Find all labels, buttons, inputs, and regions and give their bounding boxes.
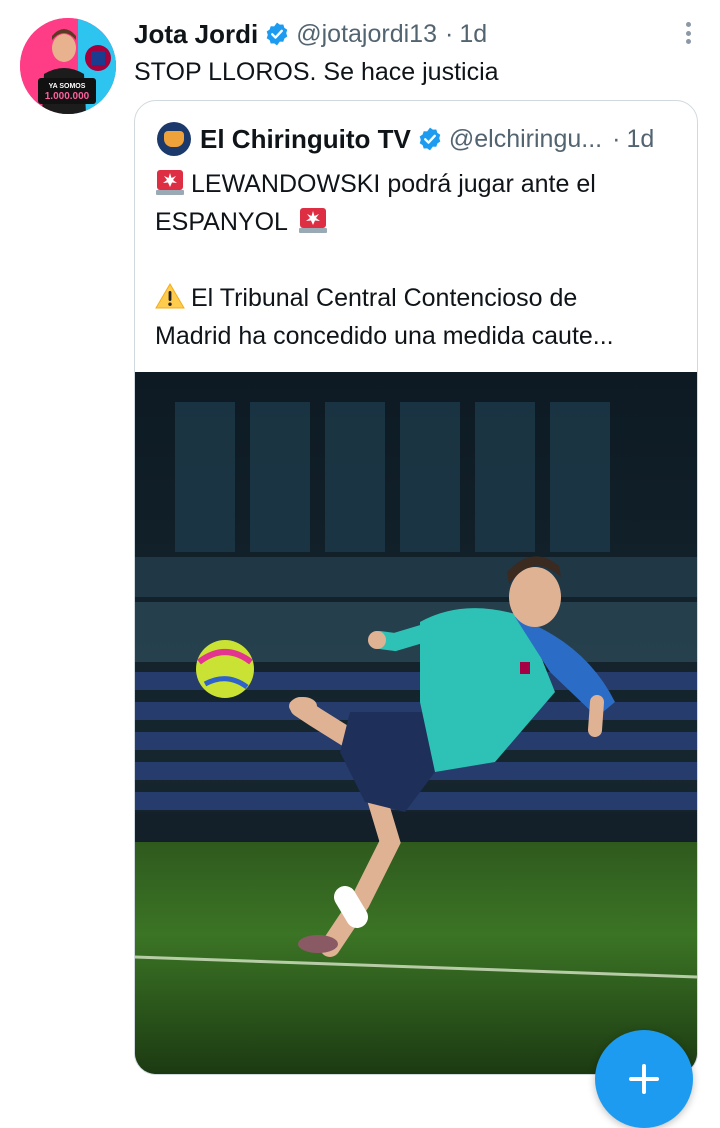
quoted-line-4: Madrid ha concedido una medida caute... [155,322,614,350]
police-light-icon [298,208,327,233]
warning-icon [155,283,185,309]
quoted-author-name: El Chiringuito TV [200,123,411,154]
quoted-tweet-photo[interactable] [135,372,697,1074]
quoted-line-1: LEWANDOWSKI podrá jugar ante el [191,170,596,198]
svg-text:1.000.000: 1.000.000 [45,91,90,102]
quoted-separator: · [612,124,621,153]
police-light-icon [156,170,184,195]
svg-text:YA SOMOS: YA SOMOS [49,83,86,90]
verified-badge-icon [419,127,441,151]
tweet-header: Jota Jordi @jotajordi13 · 1d [134,16,487,52]
header-separator: · [445,19,454,48]
quoted-line-3: El Tribunal Central Contencioso de [191,284,578,312]
quoted-tweet[interactable]: El Chiringuito TV @elchiringu... · 1d LE… [134,100,698,1075]
quoted-author-handle: @elchiringu... [448,124,603,153]
author-handle[interactable]: @jotajordi13 [296,20,437,49]
verified-badge-icon [266,22,288,46]
quoted-timestamp: 1d [626,124,655,153]
plus-icon [629,1064,659,1094]
quoted-line-2: ESPANYOL [155,208,287,236]
quoted-tweet-header: El Chiringuito TV @elchiringu... · 1d [157,121,687,157]
quoted-tweet-text: LEWANDOWSKI podrá jugar ante el ESPANYOL… [155,165,685,355]
more-vertical-icon[interactable] [678,18,698,48]
tweet-timestamp[interactable]: 1d [459,20,487,49]
quoted-author-avatar [157,122,191,156]
author-name[interactable]: Jota Jordi [134,19,258,50]
tweet-text: STOP LLOROS. Se hace justicia [134,58,499,86]
compose-button[interactable] [595,1030,693,1128]
author-avatar[interactable]: YA SOMOS 1.000.000 [20,18,116,114]
